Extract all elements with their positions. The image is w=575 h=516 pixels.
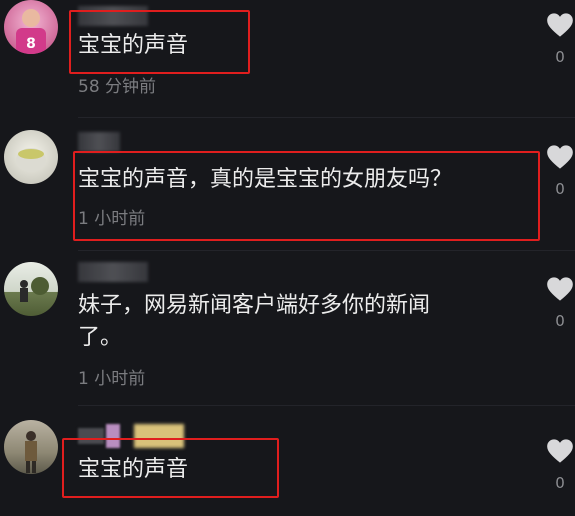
avatar-person-icon [20, 277, 49, 302]
heart-icon[interactable] [546, 438, 574, 464]
avatar-label: 8 [26, 36, 36, 52]
username[interactable] [78, 262, 148, 282]
avatar[interactable] [4, 262, 58, 316]
like-count: 0 [555, 312, 565, 330]
avatar[interactable]: 8 [4, 0, 58, 54]
divider [78, 405, 575, 406]
comment-text: 妹子，网易新闻客户端好多你的新闻 了。 [78, 290, 430, 354]
comment-time: 58 分钟前 [78, 77, 157, 97]
avatar-jersey-icon: 8 [16, 9, 46, 54]
like-count: 0 [555, 48, 565, 66]
avatar-person-icon [25, 431, 37, 473]
comment-time: 1 小时前 [78, 369, 146, 389]
like-count: 0 [555, 474, 565, 492]
username[interactable] [78, 132, 120, 152]
like-count: 0 [555, 180, 565, 198]
like-button[interactable]: 0 [545, 276, 575, 330]
heart-icon[interactable] [546, 12, 574, 38]
highlight-box [69, 10, 250, 74]
comment-text-line: 妹子，网易新闻客户端好多你的新闻 [78, 293, 431, 318]
like-button[interactable]: 0 [545, 438, 575, 492]
avatar[interactable] [4, 420, 58, 474]
highlight-box [73, 151, 540, 241]
avatar-cup-icon [16, 148, 46, 172]
heart-icon[interactable] [546, 276, 574, 302]
avatar[interactable] [4, 130, 58, 184]
comment-item: 妹子，网易新闻客户端好多你的新闻 了。 1 小时前 0 [0, 250, 575, 410]
like-button[interactable]: 0 [545, 144, 575, 198]
like-button[interactable]: 0 [545, 12, 575, 66]
comment-text-line: 了。 [78, 325, 123, 350]
highlight-box [62, 438, 279, 498]
divider [78, 117, 575, 118]
heart-icon[interactable] [546, 144, 574, 170]
